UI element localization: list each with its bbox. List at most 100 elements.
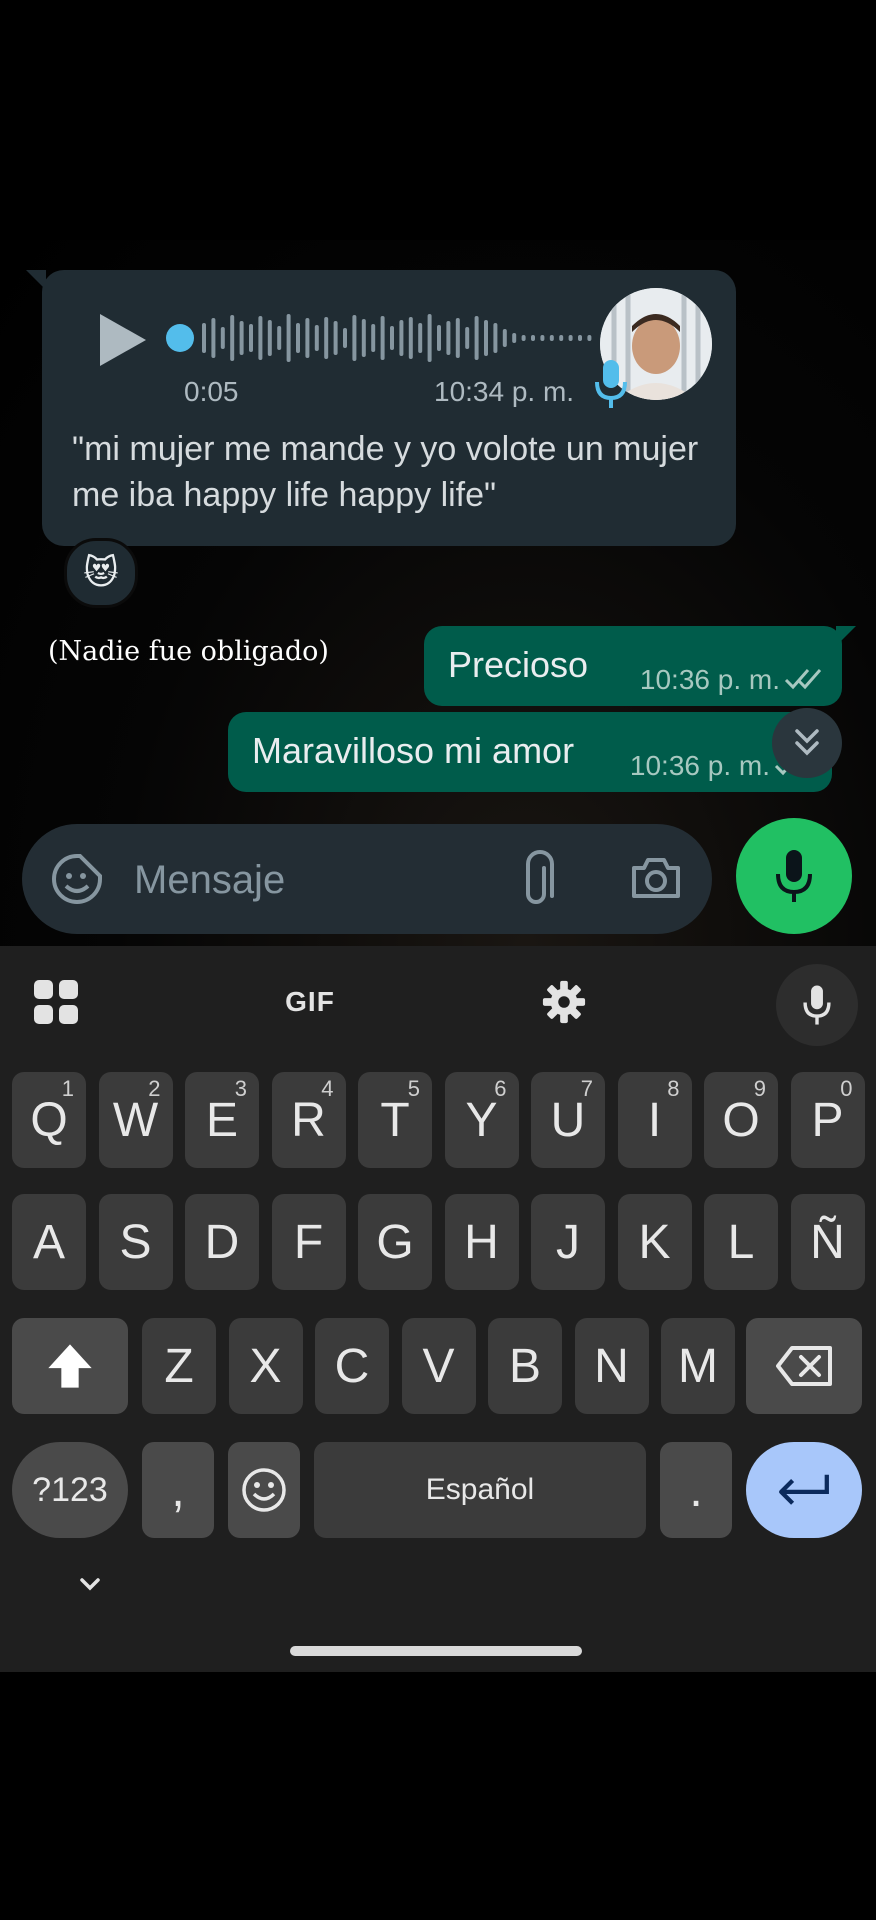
voice-typing-button[interactable] (776, 964, 858, 1046)
key-label: G (376, 1215, 414, 1269)
key-y[interactable]: Y6 (444, 1072, 519, 1168)
key-n[interactable]: N (574, 1318, 649, 1414)
key-label: Ñ (810, 1215, 845, 1269)
key-o[interactable]: O9 (704, 1072, 778, 1168)
waveform-bar (314, 325, 319, 351)
apps-grid-icon[interactable] (28, 974, 84, 1030)
chevron-down-icon[interactable] (72, 1566, 108, 1602)
key-label: P (811, 1093, 844, 1147)
message-timestamp: 10:36 p. m. (629, 750, 770, 781)
message-input[interactable] (132, 852, 436, 908)
video-caption-overlay: (Nadie fue obligado) (48, 636, 329, 667)
key-label: X (249, 1339, 282, 1393)
comma-key[interactable]: , (142, 1442, 214, 1538)
camera-icon[interactable] (630, 854, 682, 902)
message-timestamp: 10:36 p. m. (639, 664, 780, 695)
key-c[interactable]: C (315, 1318, 389, 1414)
message-composer (22, 824, 712, 934)
microphone-icon (803, 985, 831, 1025)
waveform-bar (258, 316, 263, 360)
gif-button[interactable]: GIF (270, 974, 350, 1030)
waveform-bar (484, 320, 488, 356)
key-u[interactable]: U7 (531, 1072, 605, 1168)
key-number-hint: 2 (148, 1076, 161, 1101)
key-b[interactable]: B (488, 1318, 562, 1414)
key-label: T (380, 1093, 410, 1147)
home-indicator[interactable] (290, 1646, 582, 1656)
paperclip-icon[interactable] (520, 850, 560, 908)
waveform-bar (343, 328, 347, 348)
playback-position-dot[interactable] (166, 324, 194, 352)
voice-mic-icon (595, 360, 627, 408)
outgoing-message[interactable]: Maravilloso mi amor 10:36 p. m. (228, 712, 832, 792)
key-h[interactable]: H (444, 1194, 519, 1290)
key-k[interactable]: K (617, 1194, 692, 1290)
waveform-bar (474, 316, 479, 360)
backspace-key[interactable] (746, 1318, 862, 1414)
message-reaction[interactable]: 😻 (64, 538, 138, 608)
key-label: A (32, 1215, 65, 1269)
waveform-bar (239, 321, 244, 355)
waveform-bar (277, 326, 282, 350)
play-button[interactable] (94, 310, 150, 370)
key-d[interactable]: D (185, 1194, 259, 1290)
enter-arrow-icon (779, 1474, 829, 1505)
key-l[interactable]: L (704, 1194, 778, 1290)
key-a[interactable]: A (12, 1194, 86, 1290)
key-label: N (594, 1339, 629, 1393)
waveform-bar (333, 321, 338, 355)
waveform-bar (493, 323, 498, 353)
record-voice-button[interactable] (736, 818, 852, 934)
waveform-bar (371, 324, 376, 352)
key-j[interactable]: J (531, 1194, 605, 1290)
waveform-bar (324, 317, 329, 359)
key-i[interactable]: I8 (617, 1072, 692, 1168)
key-number-hint: 3 (234, 1076, 247, 1101)
key-label: K (638, 1215, 671, 1269)
waveform-bar (211, 318, 216, 358)
key-e[interactable]: E3 (185, 1072, 259, 1168)
incoming-voice-message[interactable]: 0:05 10:34 p. m. "mi mujer me mande y yo… (26, 270, 736, 546)
key-t[interactable]: T5 (358, 1072, 432, 1168)
waveform-bar (512, 333, 517, 343)
key-w[interactable]: W2 (98, 1072, 173, 1168)
key-p[interactable]: P0 (790, 1072, 865, 1168)
key-label: E (205, 1093, 238, 1147)
shift-key[interactable] (12, 1318, 128, 1414)
period-key[interactable]: . (660, 1442, 732, 1538)
scroll-to-bottom-button[interactable] (772, 708, 842, 778)
key-label: B (508, 1339, 541, 1393)
key-label: M (678, 1339, 718, 1393)
waveform-bar (455, 318, 460, 358)
waveform-bar (465, 327, 470, 349)
outgoing-message[interactable]: Precioso 10:36 p. m. (424, 626, 856, 706)
emoji-key[interactable] (228, 1442, 300, 1538)
key-r[interactable]: R4 (271, 1072, 346, 1168)
waveform-bar (361, 319, 366, 357)
key-number-hint: 6 (494, 1076, 507, 1101)
enter-key[interactable] (746, 1442, 862, 1538)
key-v[interactable]: V (401, 1318, 476, 1414)
voice-transcript: "mi mujer me mande y yo volote un mujer … (72, 430, 699, 514)
key-ñ[interactable]: Ñ (790, 1194, 865, 1290)
key-label: L (727, 1215, 755, 1269)
waveform-bar (380, 316, 385, 360)
key-m[interactable]: M (661, 1318, 735, 1414)
sticker-emoji-icon[interactable] (50, 852, 104, 906)
key-x[interactable]: X (228, 1318, 303, 1414)
voice-waveform[interactable] (166, 310, 616, 366)
key-label: Y (465, 1093, 498, 1147)
key-number-hint: 5 (407, 1076, 420, 1101)
key-q[interactable]: Q1 (12, 1072, 86, 1168)
key-number-hint: 9 (753, 1076, 766, 1101)
waveform-bar (437, 325, 441, 351)
key-f[interactable]: F (271, 1194, 346, 1290)
space-key[interactable]: Español (314, 1442, 646, 1538)
key-z[interactable]: Z (142, 1318, 216, 1414)
smiley-icon (242, 1468, 286, 1512)
key-g[interactable]: G (358, 1194, 432, 1290)
key-s[interactable]: S (98, 1194, 173, 1290)
gear-icon[interactable] (536, 974, 592, 1030)
key-number-hint: 8 (667, 1076, 680, 1101)
symbols-key[interactable]: ?123 (12, 1442, 128, 1538)
